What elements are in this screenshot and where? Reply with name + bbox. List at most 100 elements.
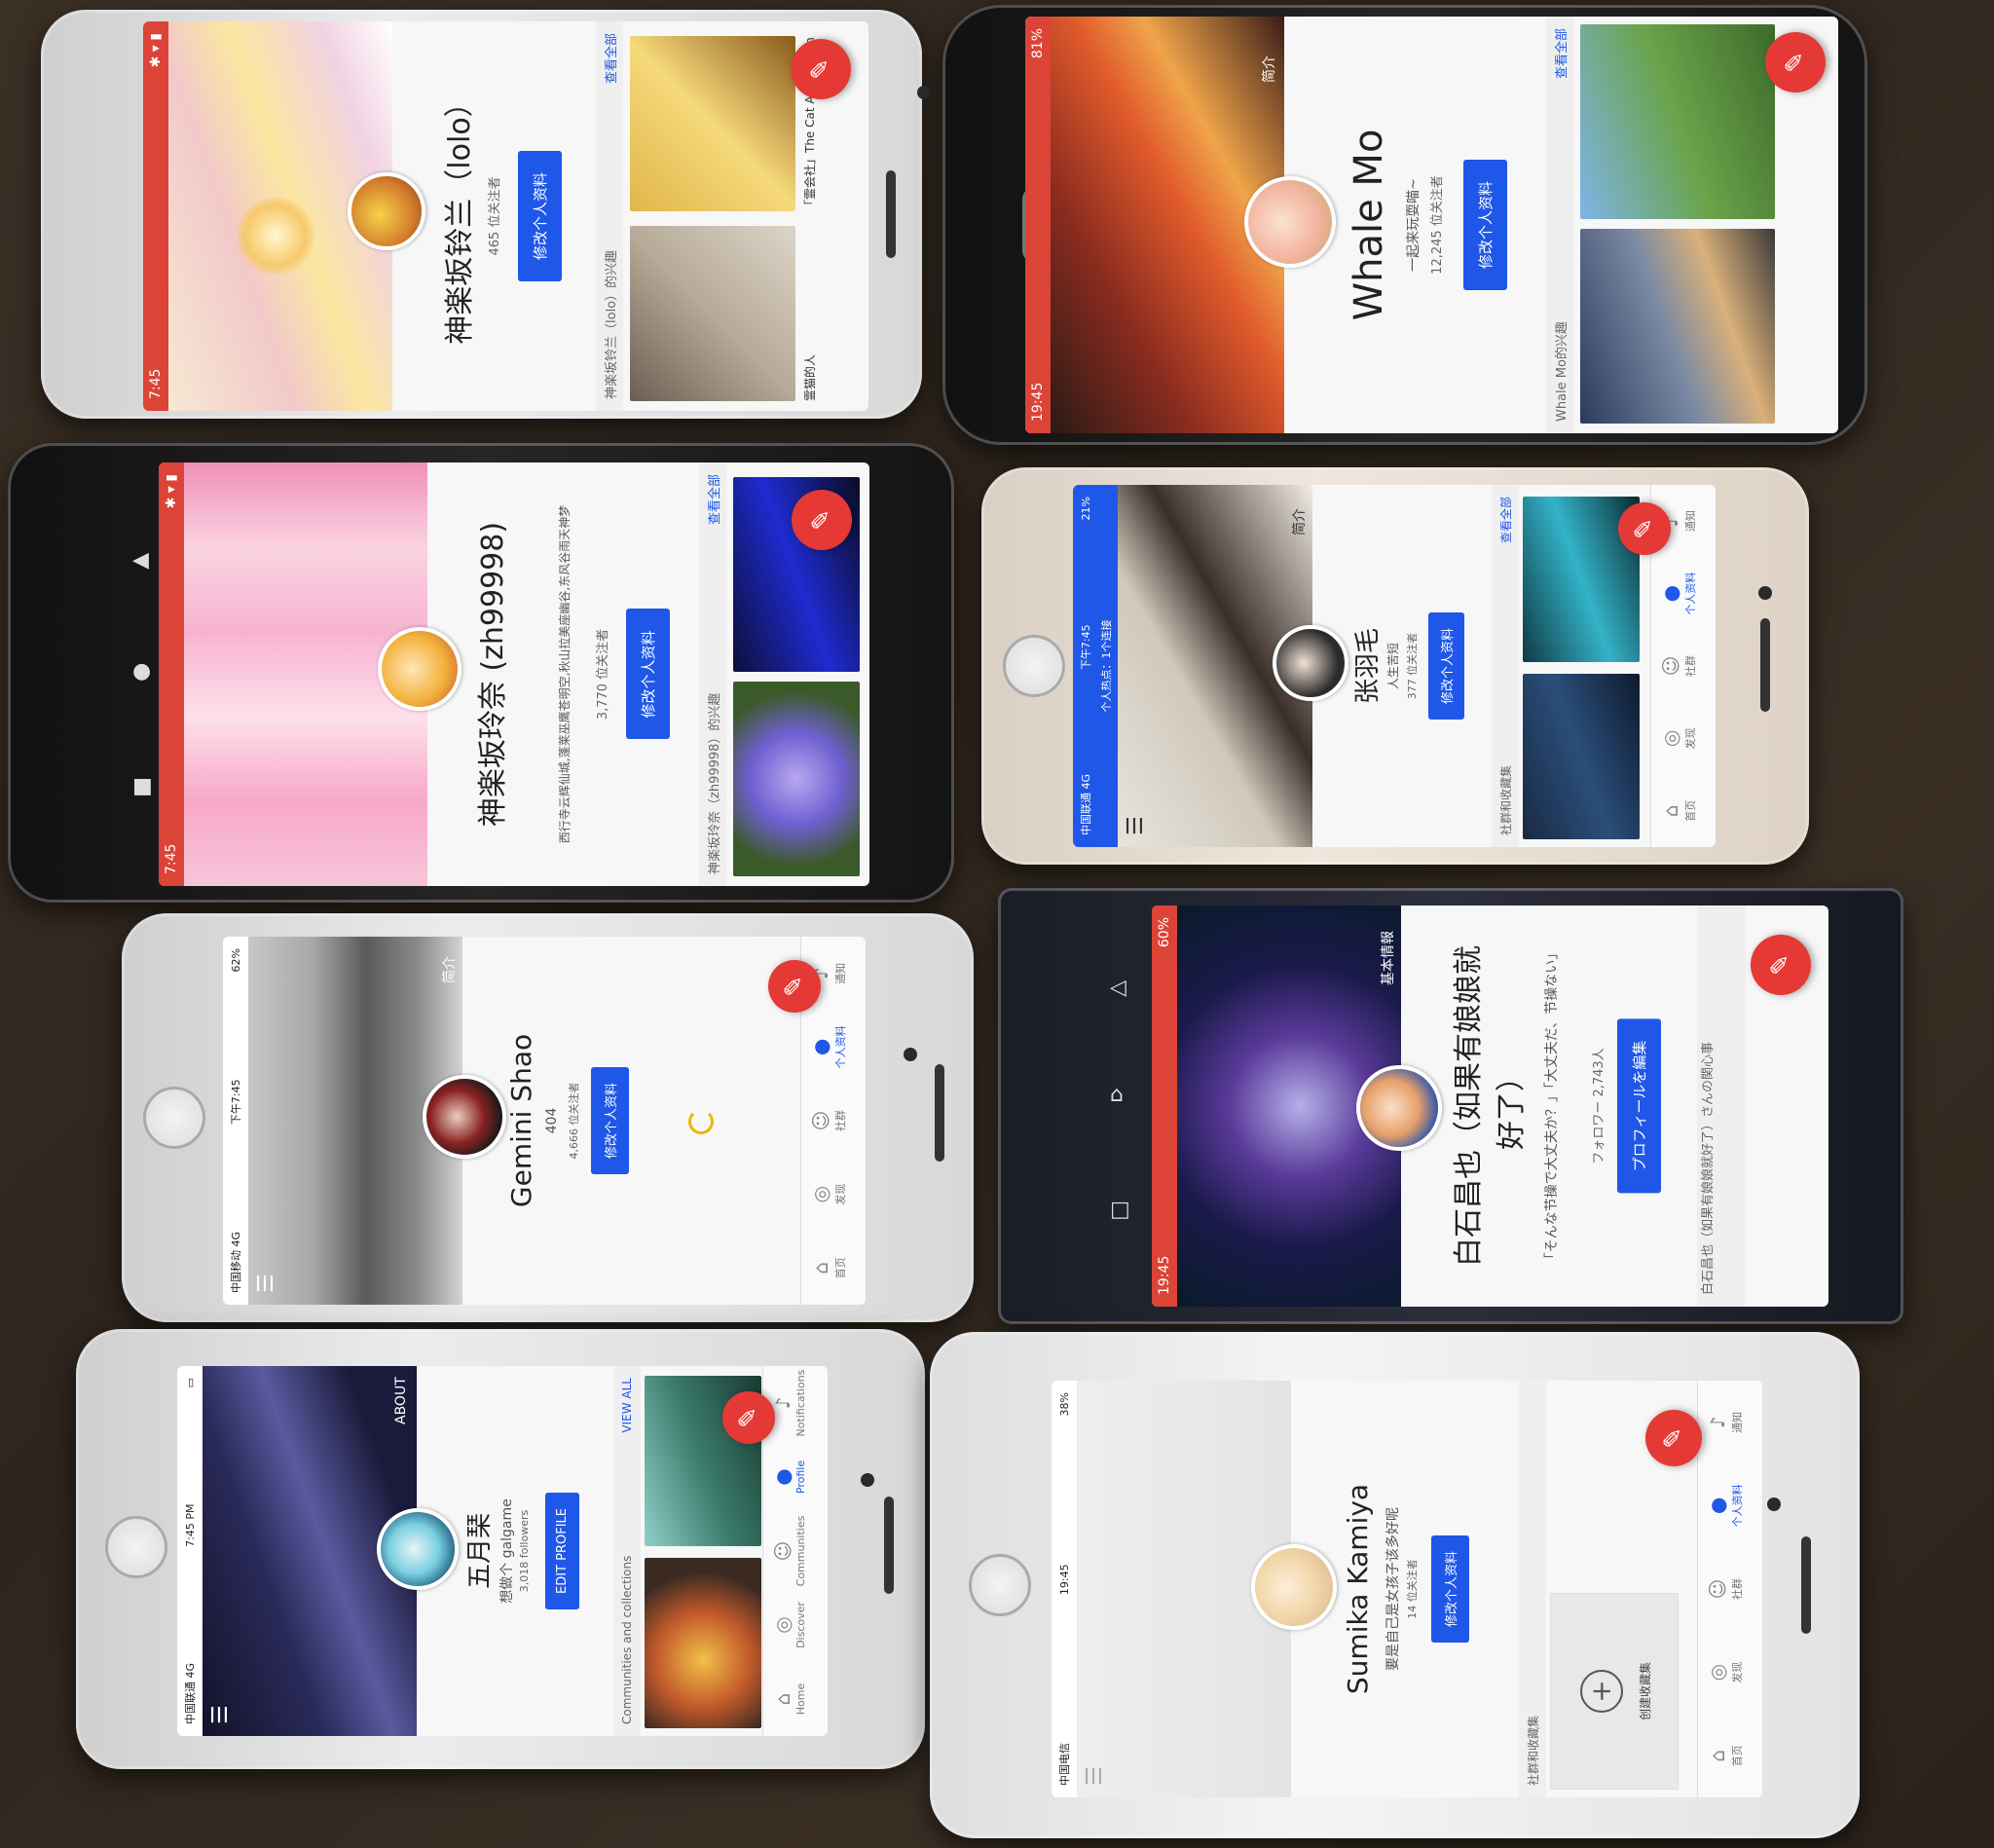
profile-icon: ●: [771, 1468, 794, 1486]
about-link[interactable]: ABOUT: [393, 1377, 409, 1424]
home-nav-icon[interactable]: ⌂: [1110, 1083, 1124, 1107]
community-tile-steam[interactable]: [1523, 674, 1640, 839]
tab-discover[interactable]: ◎ 发现: [1651, 702, 1716, 774]
tab-profile[interactable]: ● 个人资料: [801, 1011, 866, 1085]
status-battery: 62%: [229, 948, 242, 973]
about-link[interactable]: 简介: [439, 956, 459, 983]
community-tile-city[interactable]: [1580, 229, 1775, 424]
section-title: Communities and collections: [620, 1555, 634, 1724]
compose-fab[interactable]: ✎: [792, 490, 852, 550]
status-battery: 38%: [1057, 1392, 1071, 1417]
tab-home[interactable]: ⌂ 首页: [801, 1231, 866, 1305]
compose-fab[interactable]: ✎: [1751, 935, 1811, 995]
back-nav-icon[interactable]: ◀: [132, 548, 149, 573]
avatar[interactable]: [1244, 176, 1336, 268]
view-all-link[interactable]: 查看全部: [1497, 497, 1514, 543]
follower-count: フォロワー 2,743人: [1592, 1048, 1606, 1164]
back-nav-icon[interactable]: ◁: [1110, 976, 1126, 1000]
view-all-link[interactable]: 查看全部: [704, 474, 722, 525]
tab-communities[interactable]: ☺ 社群: [801, 1084, 866, 1158]
community-tile-gold[interactable]: [630, 36, 795, 211]
avatar[interactable]: [1273, 625, 1348, 701]
home-button[interactable]: [105, 1516, 167, 1578]
compose-fab[interactable]: ✎: [1618, 502, 1671, 555]
status-time: 7:45: [148, 368, 164, 399]
tab-discover[interactable]: ◎ 发现: [1698, 1631, 1762, 1715]
home-button[interactable]: [1003, 635, 1065, 697]
edit-profile-button[interactable]: 修改个人资料: [1428, 611, 1464, 721]
interests-header: 社群和收藏集 查看全部: [1492, 485, 1519, 847]
tab-home[interactable]: ⌂ Home: [763, 1662, 828, 1736]
view-all-link[interactable]: 查看全部: [601, 33, 619, 84]
profile-tagline: 要是自己是女孩子该多好呢: [1385, 1507, 1401, 1671]
tab-discover[interactable]: ◎ Discover: [763, 1588, 828, 1662]
loading-spinner: [688, 1109, 714, 1134]
phone-5: 中国移动 4G 下午7:45 62% ☰ 简介 Gemini Shao 404 …: [122, 913, 974, 1322]
community-label-2: 霊猫的人: [803, 353, 817, 401]
avatar[interactable]: [423, 1075, 506, 1159]
edit-profile-button[interactable]: 修改个人资料: [1463, 159, 1507, 291]
section-title: 社群和收藏集: [1526, 1715, 1540, 1786]
compose-fab[interactable]: ✎: [1645, 1410, 1702, 1466]
tab-notifications[interactable]: ♪ Notifications: [763, 1366, 828, 1440]
menu-icon[interactable]: ☰: [1083, 1766, 1107, 1786]
tab-home[interactable]: ⌂ 首页: [1698, 1714, 1762, 1797]
edit-profile-button[interactable]: EDIT PROFILE: [545, 1492, 579, 1610]
profile-tagline: 「そんな节操で大丈夫か？」「大丈夫だ、节操ない」: [1544, 945, 1560, 1267]
edit-profile-button[interactable]: 修改个人资料: [518, 150, 562, 282]
community-tile-minecraft[interactable]: [1580, 24, 1775, 219]
screen-7: 中国联通 4G 7:45 PM ▭ ☰ ABOUT 五月琹 想做个 galgam…: [177, 1366, 828, 1736]
status-carrier: 中国移动 4G: [230, 1231, 242, 1293]
tab-communities[interactable]: ☺ Communities: [763, 1514, 828, 1588]
menu-icon[interactable]: ☰: [1124, 816, 1148, 835]
tab-communities[interactable]: ☺ 社群: [1651, 630, 1716, 702]
community-tile-bokeh[interactable]: [645, 1558, 761, 1728]
follower-count: 4,666 位关注者: [568, 1082, 580, 1160]
tab-profile[interactable]: ● 个人资料: [1698, 1464, 1762, 1548]
tab-notifications[interactable]: ♪ 通知: [1698, 1381, 1762, 1464]
compose-fab[interactable]: ✎: [722, 1391, 775, 1444]
compose-fab[interactable]: ✎: [1765, 32, 1826, 92]
about-link[interactable]: 简介: [1259, 55, 1278, 83]
home-nav-icon[interactable]: ●: [132, 659, 151, 684]
tab-profile[interactable]: ● Profile: [763, 1440, 828, 1514]
interests-header: 神楽坂玲奈（zh99998）的兴趣 查看全部: [699, 462, 726, 886]
avatar[interactable]: [377, 1508, 459, 1590]
tab-home[interactable]: ⌂ 首页: [1651, 775, 1716, 847]
compose-fab[interactable]: ✎: [791, 39, 851, 99]
tab-profile[interactable]: ● 个人资料: [1651, 557, 1716, 629]
edit-profile-button[interactable]: 修改个人资料: [626, 609, 670, 740]
create-collection-card[interactable]: + 创建收藏集: [1550, 1593, 1679, 1790]
community-tile-flower[interactable]: [733, 682, 860, 876]
menu-icon[interactable]: ☰: [208, 1705, 233, 1724]
phone-1: ◀ ● ■ 7:45 ✱ ▾ ▮ 神楽坂铃兰（lolo） 465 位关注者 修改…: [41, 10, 931, 419]
home-button[interactable]: [969, 1554, 1031, 1616]
avatar[interactable]: [348, 172, 425, 250]
recents-nav-icon[interactable]: □: [1110, 1198, 1130, 1222]
about-link[interactable]: 简介: [1289, 508, 1309, 536]
edit-profile-button[interactable]: 修改个人资料: [1431, 1534, 1469, 1644]
section-title: 神楽坂铃兰（lolo）的兴趣: [604, 249, 619, 399]
avatar[interactable]: [1251, 1544, 1337, 1630]
edit-profile-button[interactable]: プロフィールを編集: [1617, 1018, 1661, 1194]
profile-name: Sumika Kamiya: [1342, 1483, 1374, 1695]
avatar[interactable]: [1356, 1065, 1442, 1151]
community-tile-cat[interactable]: [630, 226, 795, 401]
edit-profile-button[interactable]: 修改个人资料: [591, 1066, 629, 1175]
recents-nav-icon[interactable]: ■: [132, 774, 153, 798]
follower-count: 12,245 位关注者: [1430, 175, 1445, 275]
screen-8: 中国电信 19:45 38% ☰ Sumika Kamiya 要是自己是女孩子该…: [1052, 1381, 1762, 1797]
front-camera: [861, 1473, 874, 1487]
tab-discover[interactable]: ◎ 发现: [801, 1158, 866, 1232]
status-time: 下午7:45: [230, 1079, 242, 1126]
view-all-link[interactable]: VIEW ALL: [620, 1378, 634, 1433]
menu-icon[interactable]: ☰: [254, 1274, 278, 1293]
view-all-link[interactable]: 查看全部: [1551, 28, 1569, 79]
about-link[interactable]: 基本情報: [1378, 931, 1397, 985]
home-button[interactable]: [143, 1087, 205, 1149]
compose-fab[interactable]: ✎: [768, 960, 821, 1013]
profile-name: 张羽毛: [1353, 628, 1383, 705]
avatar[interactable]: [378, 627, 462, 711]
tab-communities[interactable]: ☺ 社群: [1698, 1547, 1762, 1631]
status-battery: 81%: [1030, 28, 1046, 59]
